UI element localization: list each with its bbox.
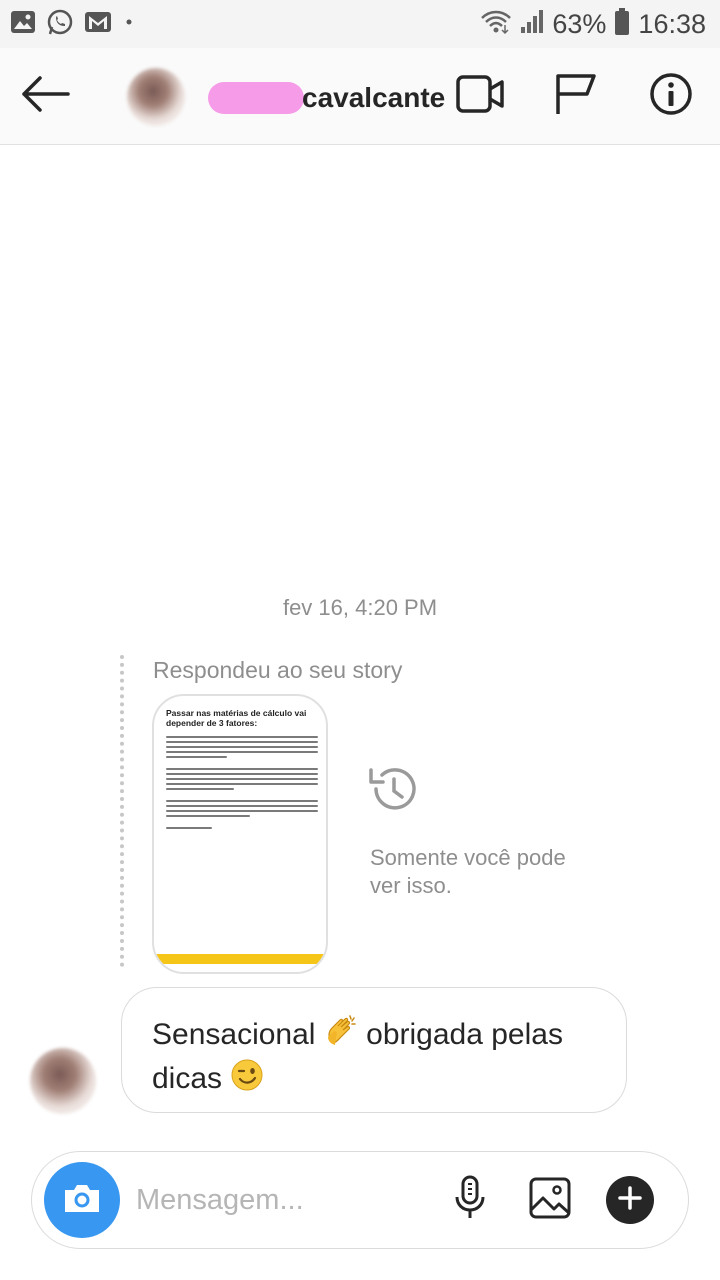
story-preview-footer: [154, 954, 326, 964]
video-call-icon: [455, 74, 505, 119]
info-icon: [649, 72, 693, 121]
battery-percent: 63%: [552, 8, 607, 39]
plus-icon: [617, 1185, 643, 1216]
message-timestamp: fev 16, 4:20 PM: [282, 595, 438, 620]
whatsapp-icon: [46, 8, 74, 41]
gallery-icon: [528, 1176, 572, 1225]
clock: 16:38: [638, 8, 706, 39]
message-composer: [31, 1151, 689, 1249]
system-status: 63% 16:38: [480, 6, 706, 42]
camera-icon: [62, 1181, 102, 1220]
reply-thread-line: [120, 655, 124, 967]
story-preview-title: Passar nas matérias de cálculo vai depen…: [166, 708, 307, 728]
cellular-signal-icon: [520, 9, 544, 40]
more-options-button[interactable]: [606, 1176, 654, 1224]
contact-avatar[interactable]: [127, 68, 185, 126]
notification-icons: [10, 8, 136, 41]
dot-icon: [122, 15, 136, 34]
story-preview[interactable]: Passar nas matérias de cálculo vai depen…: [152, 694, 328, 974]
contact-username[interactable]: cavalcante: [208, 78, 445, 118]
username-text: cavalcante: [302, 82, 446, 113]
wifi-icon: [480, 9, 512, 40]
video-call-button[interactable]: [450, 66, 510, 126]
story-reply-caption: Respondeu ao seu story: [153, 657, 403, 683]
microphone-icon: [453, 1175, 487, 1226]
info-button[interactable]: [641, 66, 701, 126]
winking-face-emoji: [230, 1058, 264, 1102]
back-button[interactable]: [16, 66, 76, 126]
private-note: Somente você pode ver isso.: [370, 845, 566, 898]
camera-button[interactable]: [44, 1162, 120, 1238]
back-arrow-icon: [20, 74, 72, 119]
gallery-button[interactable]: [526, 1176, 574, 1224]
redacted-username-part: [208, 82, 304, 114]
gallery-icon: [10, 9, 36, 40]
gmail-icon: [84, 10, 112, 39]
clapping-hands-emoji: [324, 1014, 358, 1058]
flag-icon: [554, 72, 598, 121]
message-input[interactable]: [136, 1180, 436, 1220]
status-bar: 63% 16:38: [0, 0, 720, 48]
history-icon: [366, 762, 420, 816]
microphone-button[interactable]: [446, 1175, 494, 1226]
battery-icon: [614, 7, 630, 41]
sender-avatar[interactable]: [30, 1048, 96, 1114]
story-preview-text: [166, 736, 318, 832]
flag-button[interactable]: [546, 66, 606, 126]
message-bubble[interactable]: Sensacional obrigada pelas dicas: [121, 987, 627, 1113]
message-text-part1: Sensacional: [152, 1017, 316, 1051]
